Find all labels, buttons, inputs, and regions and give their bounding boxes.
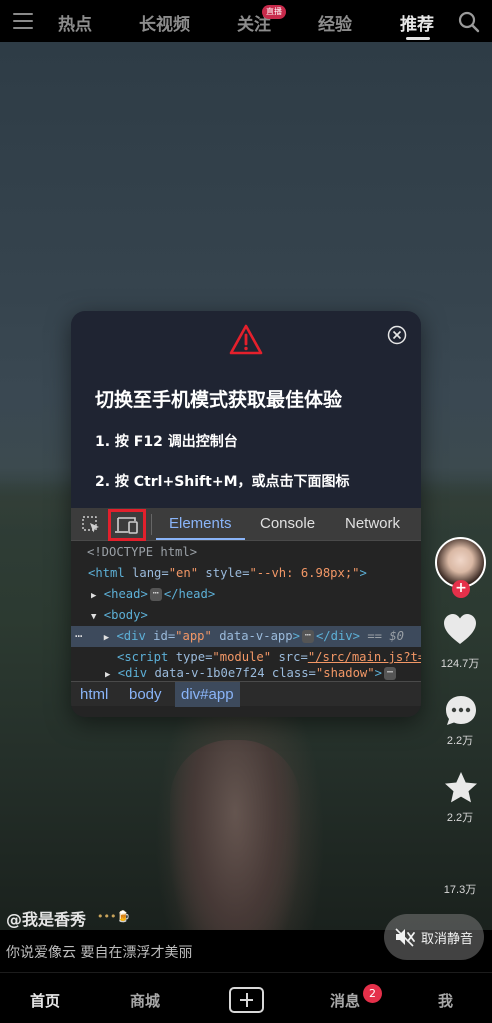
unmute-label: 取消静音 — [421, 932, 474, 947]
step-1: 1. 按 F12 调出控制台 — [95, 434, 238, 450]
tab-elements[interactable]: Elements — [169, 515, 232, 532]
active-tab-indicator — [406, 37, 430, 40]
mute-icon — [395, 928, 415, 947]
breadcrumb-html[interactable]: html — [74, 682, 114, 707]
star-icon[interactable] — [443, 770, 479, 806]
search-icon[interactable] — [458, 11, 480, 33]
bottom-tab-bar: 首页 商城 消息 我 — [0, 972, 492, 1023]
device-toggle-icon — [115, 517, 138, 534]
favorite-count: 2.2万 — [446, 812, 474, 824]
heart-icon[interactable] — [442, 612, 478, 648]
tab-me[interactable]: 我 — [438, 990, 453, 1011]
messages-badge: 2 — [363, 984, 382, 1003]
step-2: 2. 按 Ctrl+Shift+M，或点击下面图标 — [95, 474, 350, 490]
follow-button[interactable]: + — [452, 580, 470, 598]
code-line-html: <html lang="en" style="--vh: 6.98px;"> — [88, 566, 367, 580]
code-line-div-app[interactable]: ⋯ ▶ <div id="app" data-v-app> ⋯ </div> == … — [71, 626, 421, 647]
code-line-div-shadow: ▶ <div data-v-1b0e7f24 class="shadow"> ⋯ — [71, 665, 421, 681]
tab-home[interactable]: 首页 — [30, 990, 60, 1011]
tab-console[interactable]: Console — [260, 515, 315, 532]
post-video-button[interactable] — [229, 987, 264, 1013]
mobile-mode-dialog: 切换至手机模式获取最佳体验 1. 按 F12 调出控制台 2. 按 Ctrl+S… — [71, 311, 421, 717]
author-badge: •••🍺 — [97, 910, 131, 923]
dialog-title: 切换至手机模式获取最佳体验 — [95, 389, 343, 411]
device-toolbar-highlight[interactable] — [108, 509, 146, 541]
code-line-head: ▶ <head> ⋯ </head> — [91, 587, 216, 601]
devtools-toolbar: Elements Console Network — [71, 508, 421, 541]
code-line-body: ▼ <body> — [91, 608, 148, 622]
devtools-active-tab-indicator — [156, 538, 245, 540]
tab-long-video[interactable]: 长视频 — [139, 10, 190, 35]
comment-count: 2.2万 — [446, 735, 474, 747]
tab-network[interactable]: Network — [345, 515, 400, 532]
tab-mall[interactable]: 商城 — [130, 990, 160, 1011]
unmute-button[interactable]: 取消静音 — [384, 914, 484, 960]
code-line-doctype: <!DOCTYPE html> — [87, 545, 198, 559]
menu-icon[interactable] — [13, 13, 33, 29]
like-count: 124.7万 — [440, 658, 480, 670]
close-icon[interactable] — [387, 325, 407, 345]
breadcrumb-div-app[interactable]: div#app — [175, 682, 240, 707]
devtools-breadcrumbs: html body div#app — [71, 681, 421, 707]
live-badge: 直播 — [262, 5, 286, 19]
tab-hot[interactable]: 热点 — [58, 10, 92, 35]
tab-messages[interactable]: 消息 — [330, 990, 360, 1011]
devtools-screenshot: Elements Console Network <!DOCTYPE html>… — [71, 508, 421, 717]
comment-icon[interactable] — [443, 693, 479, 729]
inspect-element-icon[interactable] — [81, 515, 101, 535]
video-caption: 你说爱像云 要自在漂浮才美丽 — [6, 945, 193, 961]
breadcrumb-body[interactable]: body — [123, 682, 168, 707]
author-name[interactable]: @我是香秀 — [6, 906, 86, 930]
warning-icon — [229, 324, 263, 355]
tab-recommended[interactable]: 推荐 — [400, 10, 434, 35]
share-count: 17.3万 — [443, 884, 477, 896]
top-nav: 热点 长视频 关注 直播 经验 推荐 — [0, 0, 492, 42]
toolbar-divider — [151, 514, 152, 535]
tab-experience[interactable]: 经验 — [318, 10, 352, 35]
